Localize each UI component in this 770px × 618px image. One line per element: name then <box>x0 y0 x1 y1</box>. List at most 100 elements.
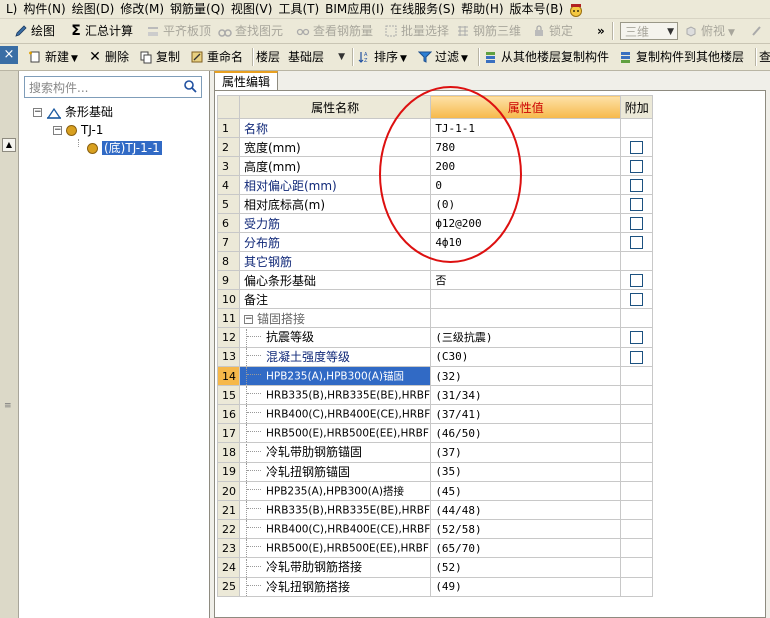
table-row[interactable]: 6 受力筋 ф12@200 <box>217 213 654 233</box>
scroll-up-icon[interactable]: ▲ <box>2 138 16 152</box>
property-name-cell[interactable]: 冷轧扭钢筋搭接 <box>238 576 432 597</box>
property-value-cell[interactable]: ф12@200 <box>430 213 622 233</box>
property-name-cell[interactable]: 名称 <box>238 118 432 138</box>
table-row[interactable]: 19 冷轧扭钢筋锚固 (35) <box>217 461 654 482</box>
attach-checkbox[interactable] <box>630 141 644 154</box>
menu-item[interactable]: 视图(V) <box>225 0 273 18</box>
copy-button[interactable]: 复制 <box>139 45 180 69</box>
table-row[interactable]: 17 HRB500(E),HRB500E(EE),HRBF (46/50) <box>217 423 654 443</box>
search-icon[interactable] <box>183 79 197 93</box>
collapse-icon[interactable]: − <box>244 314 253 324</box>
tree-node-root[interactable]: − 条形基础 <box>33 103 113 121</box>
table-row[interactable]: 4 相对偏心距(mm) 0 <box>217 175 654 195</box>
table-row[interactable]: 25 冷轧扭钢筋搭接 (49) <box>217 576 654 597</box>
property-value-cell[interactable]: 0 <box>430 175 622 195</box>
menu-item[interactable]: 在线服务(S) <box>384 0 455 18</box>
menu-item[interactable]: BIM应用(I) <box>319 0 384 18</box>
property-value-cell[interactable]: (三级抗震) <box>430 327 622 348</box>
property-value-cell[interactable]: 200 <box>430 156 622 176</box>
close-panel-icon[interactable]: × <box>0 46 18 64</box>
filter-button[interactable]: 过滤 ▼ <box>418 45 468 69</box>
more-tools-icon[interactable] <box>750 19 767 43</box>
property-name-cell[interactable]: 混凝土强度等级 <box>238 346 432 367</box>
table-row[interactable]: 16 HRB400(C),HRB400E(CE),HRBF (37/41) <box>217 404 654 424</box>
attach-checkbox[interactable] <box>630 198 644 211</box>
view-3d-combo[interactable]: 三维 ▼ <box>620 22 678 40</box>
property-value-cell[interactable] <box>430 251 622 271</box>
table-row[interactable]: 18 冷轧带肋钢筋锚固 (37) <box>217 442 654 463</box>
property-value-cell[interactable]: TJ-1-1 <box>430 118 622 138</box>
property-name-cell[interactable]: 备注 <box>238 289 432 309</box>
menu-item[interactable]: 版本号(B) <box>504 0 564 18</box>
table-row[interactable]: 2 宽度(mm) 780 <box>217 137 654 157</box>
rebar-3d-button[interactable]: 钢筋三维 <box>456 19 521 43</box>
property-value-cell[interactable]: (52) <box>430 557 622 578</box>
attach-checkbox[interactable] <box>630 236 644 249</box>
attach-checkbox[interactable] <box>630 179 644 192</box>
table-row[interactable]: 10 备注 <box>217 289 654 309</box>
property-value-cell[interactable]: (49) <box>430 576 622 597</box>
table-row[interactable]: 23 HRB500(E),HRB500E(EE),HRBF (65/70) <box>217 538 654 558</box>
delete-button[interactable]: ✕ 删除 <box>88 45 129 69</box>
property-name-cell[interactable]: 分布筋 <box>238 232 432 252</box>
attach-checkbox[interactable] <box>630 293 644 306</box>
table-row[interactable]: 13 混凝土强度等级 (C30) <box>217 346 654 367</box>
draw-button[interactable]: 绘图 <box>14 19 55 43</box>
property-value-cell[interactable]: (37) <box>430 442 622 463</box>
property-value-cell[interactable]: 否 <box>430 270 622 290</box>
lock-button[interactable]: 锁定 <box>532 19 573 43</box>
property-name-cell[interactable]: HPB235(A),HPB300(A)锚固 <box>238 366 432 386</box>
property-name-cell[interactable]: HRB500(E),HRB500E(EE),HRBF <box>238 423 432 443</box>
menu-item[interactable]: 帮助(H) <box>455 0 503 18</box>
property-value-cell[interactable]: (52/58) <box>430 519 622 539</box>
menu-item[interactable]: L) <box>0 0 17 18</box>
property-name-cell[interactable]: − 锚固搭接 <box>238 308 432 328</box>
tree-node-child[interactable]: − TJ-1 <box>53 121 103 139</box>
tab-property-edit[interactable]: 属性编辑 <box>214 71 278 90</box>
property-name-cell[interactable]: HRB400(C),HRB400E(CE),HRBF <box>238 404 432 424</box>
property-name-cell[interactable]: HRB400(C),HRB400E(CE),HRBF <box>238 519 432 539</box>
rename-button[interactable]: 重命名 <box>190 45 243 69</box>
table-row[interactable]: 5 相对底标高(m) (0) <box>217 194 654 214</box>
new-button[interactable]: 新建 ▼ <box>28 45 78 69</box>
table-row[interactable]: 15 HRB335(B),HRB335E(BE),HRBF (31/34) <box>217 385 654 405</box>
table-row[interactable]: 3 高度(mm) 200 <box>217 156 654 176</box>
tree-node-leaf[interactable]: (底)TJ-1-1 <box>87 139 162 157</box>
property-name-cell[interactable]: HRB335(B),HRB335E(BE),HRBF <box>238 500 432 520</box>
property-value-cell[interactable] <box>430 289 622 309</box>
property-name-cell[interactable]: 其它钢筋 <box>238 251 432 271</box>
table-row[interactable]: 24 冷轧带肋钢筋搭接 (52) <box>217 557 654 578</box>
table-row[interactable]: 7 分布筋 4ф10 <box>217 232 654 252</box>
property-value-cell[interactable]: (31/34) <box>430 385 622 405</box>
property-value-cell[interactable]: (45) <box>430 481 622 501</box>
property-value-cell[interactable]: (35) <box>430 461 622 482</box>
table-row[interactable]: 1 名称 TJ-1-1 <box>217 118 654 138</box>
copy-to-floor-button[interactable]: 复制构件到其他楼层 <box>619 45 744 69</box>
property-value-cell[interactable]: (C30) <box>430 346 622 367</box>
property-name-cell[interactable]: 相对偏心距(mm) <box>238 175 432 195</box>
property-name-cell[interactable]: 相对底标高(m) <box>238 194 432 214</box>
property-name-cell[interactable]: 冷轧带肋钢筋锚固 <box>238 442 432 463</box>
collapse-icon[interactable]: − <box>33 108 42 117</box>
property-value-cell[interactable]: (37/41) <box>430 404 622 424</box>
table-row[interactable]: 9 偏心条形基础 否 <box>217 270 654 290</box>
splitter-grip-icon[interactable]: ≡ <box>4 401 12 411</box>
property-value-cell[interactable]: 780 <box>430 137 622 157</box>
table-row[interactable]: 22 HRB400(C),HRB400E(CE),HRBF (52/58) <box>217 519 654 539</box>
property-name-cell[interactable]: HRB335(B),HRB335E(BE),HRBF <box>238 385 432 405</box>
property-value-cell[interactable]: (0) <box>430 194 622 214</box>
align-top-button[interactable]: 平齐板顶 <box>146 19 211 43</box>
attach-checkbox[interactable] <box>630 331 644 345</box>
attach-checkbox[interactable] <box>630 350 644 364</box>
menu-item[interactable]: 构件(N) <box>17 0 65 18</box>
batch-select-button[interactable]: 批量选择 <box>384 19 449 43</box>
top-view-button[interactable]: 俯视 ▼ <box>684 19 735 43</box>
property-value-cell[interactable]: (46/50) <box>430 423 622 443</box>
attach-checkbox[interactable] <box>630 274 644 287</box>
property-name-cell[interactable]: 宽度(mm) <box>238 137 432 157</box>
property-name-cell[interactable]: HPB235(A),HPB300(A)搭接 <box>238 481 432 501</box>
menu-item[interactable]: 修改(M) <box>114 0 164 18</box>
floor-select[interactable]: 基础层 ▼ <box>284 48 348 66</box>
table-row[interactable]: 11− 锚固搭接 <box>217 308 654 328</box>
attach-checkbox[interactable] <box>630 217 644 230</box>
